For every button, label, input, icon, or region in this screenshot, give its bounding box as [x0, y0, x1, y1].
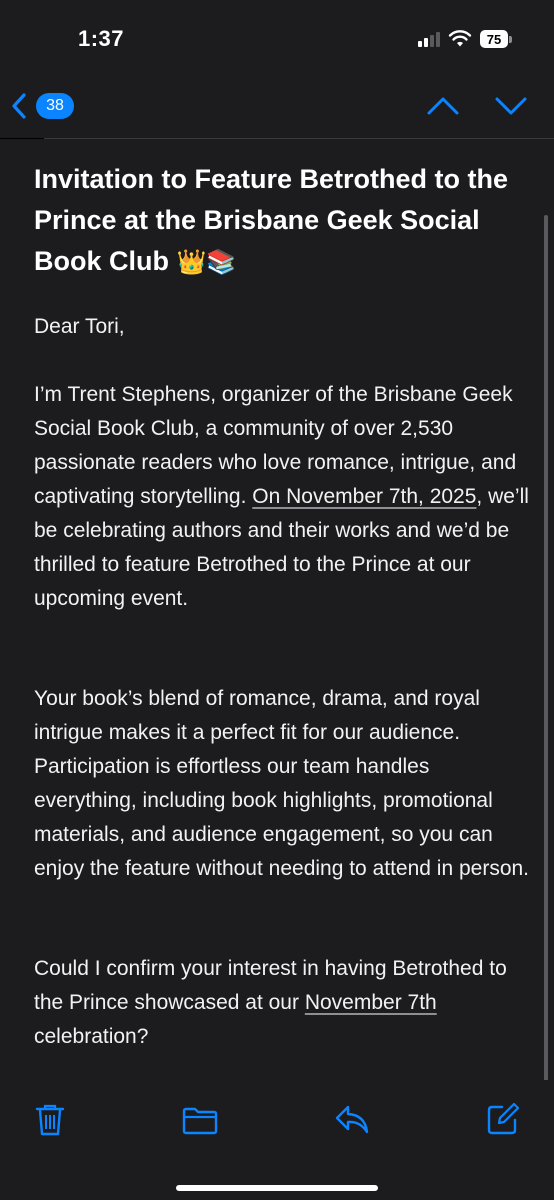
signal-icon — [418, 31, 440, 47]
battery-level: 75 — [480, 30, 508, 48]
email-paragraph-1: I’m Trent Stephens, organizer of the Bri… — [34, 383, 529, 610]
compose-icon[interactable] — [486, 1102, 520, 1136]
email-subject: Invitation to Feature Betrothed to the P… — [34, 164, 509, 276]
home-indicator[interactable] — [176, 1185, 378, 1191]
battery-icon: 75 — [480, 30, 512, 48]
email-content[interactable]: Invitation to Feature Betrothed to the P… — [0, 139, 554, 1080]
chevron-up-icon[interactable] — [426, 94, 460, 118]
scrollbar[interactable] — [544, 215, 548, 1170]
chevron-left-icon — [12, 93, 26, 119]
unread-count-badge: 38 — [36, 93, 74, 119]
email-paragraph-2: Your book’s blend of romance, drama, and… — [34, 687, 530, 880]
wifi-icon — [448, 30, 472, 47]
reply-icon[interactable] — [334, 1104, 370, 1136]
subject-emoji: 👑📚 — [176, 249, 237, 276]
trash-icon[interactable] — [34, 1102, 66, 1138]
date-link[interactable]: On November 7th, 2025 — [252, 485, 476, 508]
folder-icon[interactable] — [182, 1106, 218, 1136]
status-icons: 75 — [418, 30, 512, 48]
status-time: 1:37 — [78, 26, 125, 51]
back-button[interactable]: 38 — [10, 92, 74, 120]
chevron-down-icon[interactable] — [494, 94, 528, 118]
email-paragraph-3: Could I confirm your interest in having … — [34, 957, 507, 1048]
bottom-toolbar — [0, 1080, 554, 1200]
email-greeting: Dear Tori, — [34, 315, 125, 338]
date-link-2[interactable]: November 7th — [305, 991, 437, 1014]
top-bar: 1:37 75 38 — [0, 0, 554, 138]
